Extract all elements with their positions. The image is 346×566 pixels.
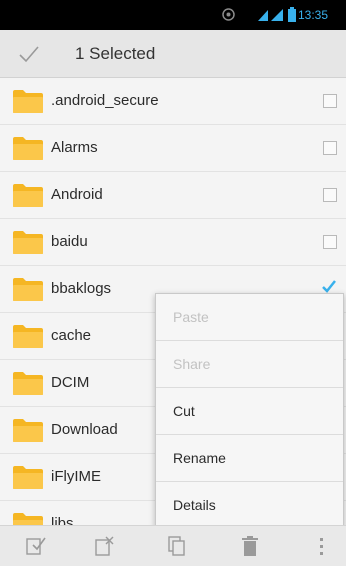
select-all-icon[interactable] [25, 535, 47, 557]
row-checkbox[interactable] [323, 94, 337, 108]
menu-item-label: Cut [173, 403, 195, 419]
file-name: Download [51, 421, 118, 438]
context-menu: Paste Share Cut Rename Details [155, 293, 344, 528]
folder-icon [13, 466, 43, 489]
list-item[interactable]: Android [0, 172, 346, 219]
folder-icon [13, 184, 43, 207]
menu-item-rename[interactable]: Rename [156, 435, 343, 482]
delete-icon[interactable] [239, 535, 261, 557]
selection-action-bar: 1 Selected [0, 30, 346, 78]
menu-item-cut[interactable]: Cut [156, 388, 343, 435]
menu-item-paste: Paste [156, 294, 343, 341]
menu-item-label: Details [173, 497, 216, 513]
menu-item-label: Paste [173, 309, 209, 325]
list-item[interactable]: Alarms [0, 125, 346, 172]
list-item[interactable]: baidu [0, 219, 346, 266]
row-checkbox[interactable] [323, 235, 337, 249]
selection-count-title: 1 Selected [75, 44, 156, 63]
folder-icon [13, 137, 43, 160]
row-checkbox[interactable] [323, 141, 337, 155]
file-name: Android [51, 186, 103, 203]
file-name: cache [51, 327, 92, 344]
file-name: Alarms [51, 139, 98, 156]
check-icon[interactable] [18, 43, 40, 65]
file-name: iFlyIME [51, 468, 101, 485]
folder-icon [13, 419, 43, 442]
folder-icon [13, 372, 43, 395]
file-name: baidu [51, 233, 88, 250]
deselect-all-icon[interactable] [94, 535, 116, 557]
menu-item-label: Rename [173, 450, 226, 466]
battery-icon [288, 7, 296, 22]
status-time: 13:35 [298, 8, 329, 22]
row-checkbox[interactable] [323, 188, 337, 202]
menu-item-label: Share [173, 356, 211, 372]
folder-icon [13, 231, 43, 254]
list-item[interactable]: .android_secure [0, 78, 346, 125]
file-name: .android_secure [51, 92, 159, 109]
menu-item-share: Share [156, 341, 343, 388]
status-bar: 13:35 [0, 0, 346, 30]
overflow-menu-icon[interactable] [314, 535, 330, 557]
menu-item-details[interactable]: Details [156, 482, 343, 528]
signal-icon [258, 9, 283, 21]
copy-icon[interactable] [166, 535, 188, 557]
wifi-icon [222, 8, 235, 21]
folder-icon [13, 90, 43, 113]
file-name: bbaklogs [51, 280, 112, 297]
folder-icon [13, 278, 43, 301]
folder-icon [13, 325, 43, 348]
bottom-action-bar [0, 525, 346, 566]
file-name: DCIM [51, 374, 90, 391]
